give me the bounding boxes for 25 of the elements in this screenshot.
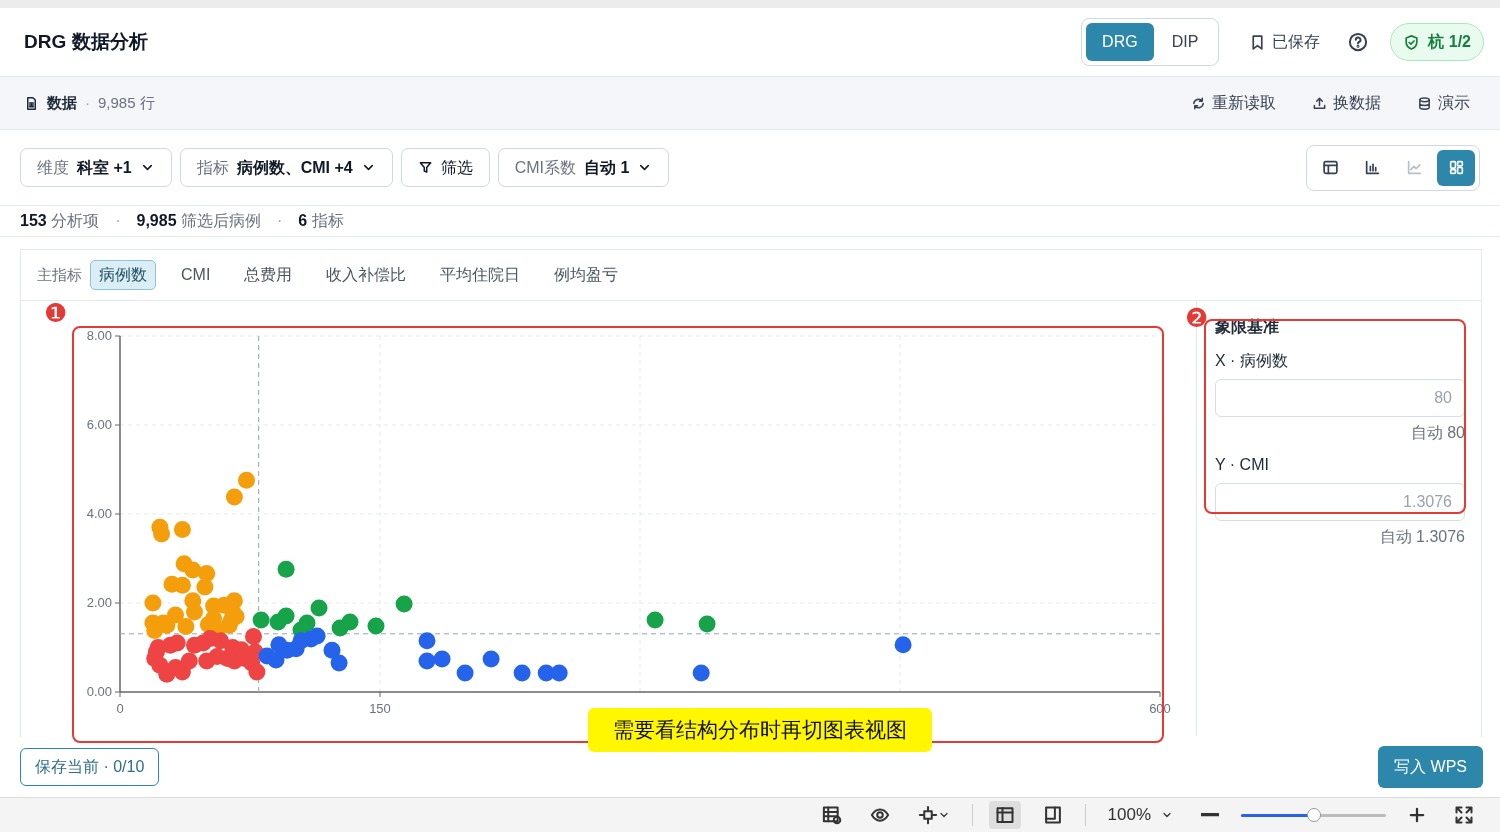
y-tick-label: 0.00 (86, 684, 112, 699)
field-hint: 自动 80 (1409, 423, 1465, 443)
y-tick-label: 2.00 (86, 595, 112, 610)
y-tick-label: 6.00 (86, 417, 112, 432)
y-tick-label: 4.00 (86, 506, 112, 521)
separator-dot: · (115, 211, 121, 231)
stat-text: 6 指标 (298, 211, 344, 231)
region-badge: 杭 1/2 (1390, 23, 1484, 61)
y-tick-label: 8.00 (86, 328, 112, 343)
field-label: X · 病例数 (1215, 351, 1289, 371)
x-tick-label: 150 (369, 701, 391, 716)
annotation-number: ❶ (44, 300, 68, 326)
stat-text: 153 分析项 (20, 211, 100, 231)
data-label: 数据 (47, 92, 77, 113)
annotation-number: ❷ (1185, 305, 1209, 331)
row-count: 9,985 行 (98, 92, 155, 113)
tabs-label: 主指标 (37, 264, 82, 285)
separator-dot: · (277, 211, 283, 231)
callout-note: 需要看结构分布时再切图表视图 (588, 708, 932, 752)
x-tick-label: 0 (116, 701, 124, 716)
separator-dot: · (85, 92, 90, 113)
field-hint: 自动 1.3076 (1378, 527, 1465, 547)
field-label: Y · CMI (1215, 455, 1270, 475)
page-title: DRG 数据分析 (24, 29, 148, 54)
stat-text: 9,985 筛选后病例 (136, 211, 261, 231)
